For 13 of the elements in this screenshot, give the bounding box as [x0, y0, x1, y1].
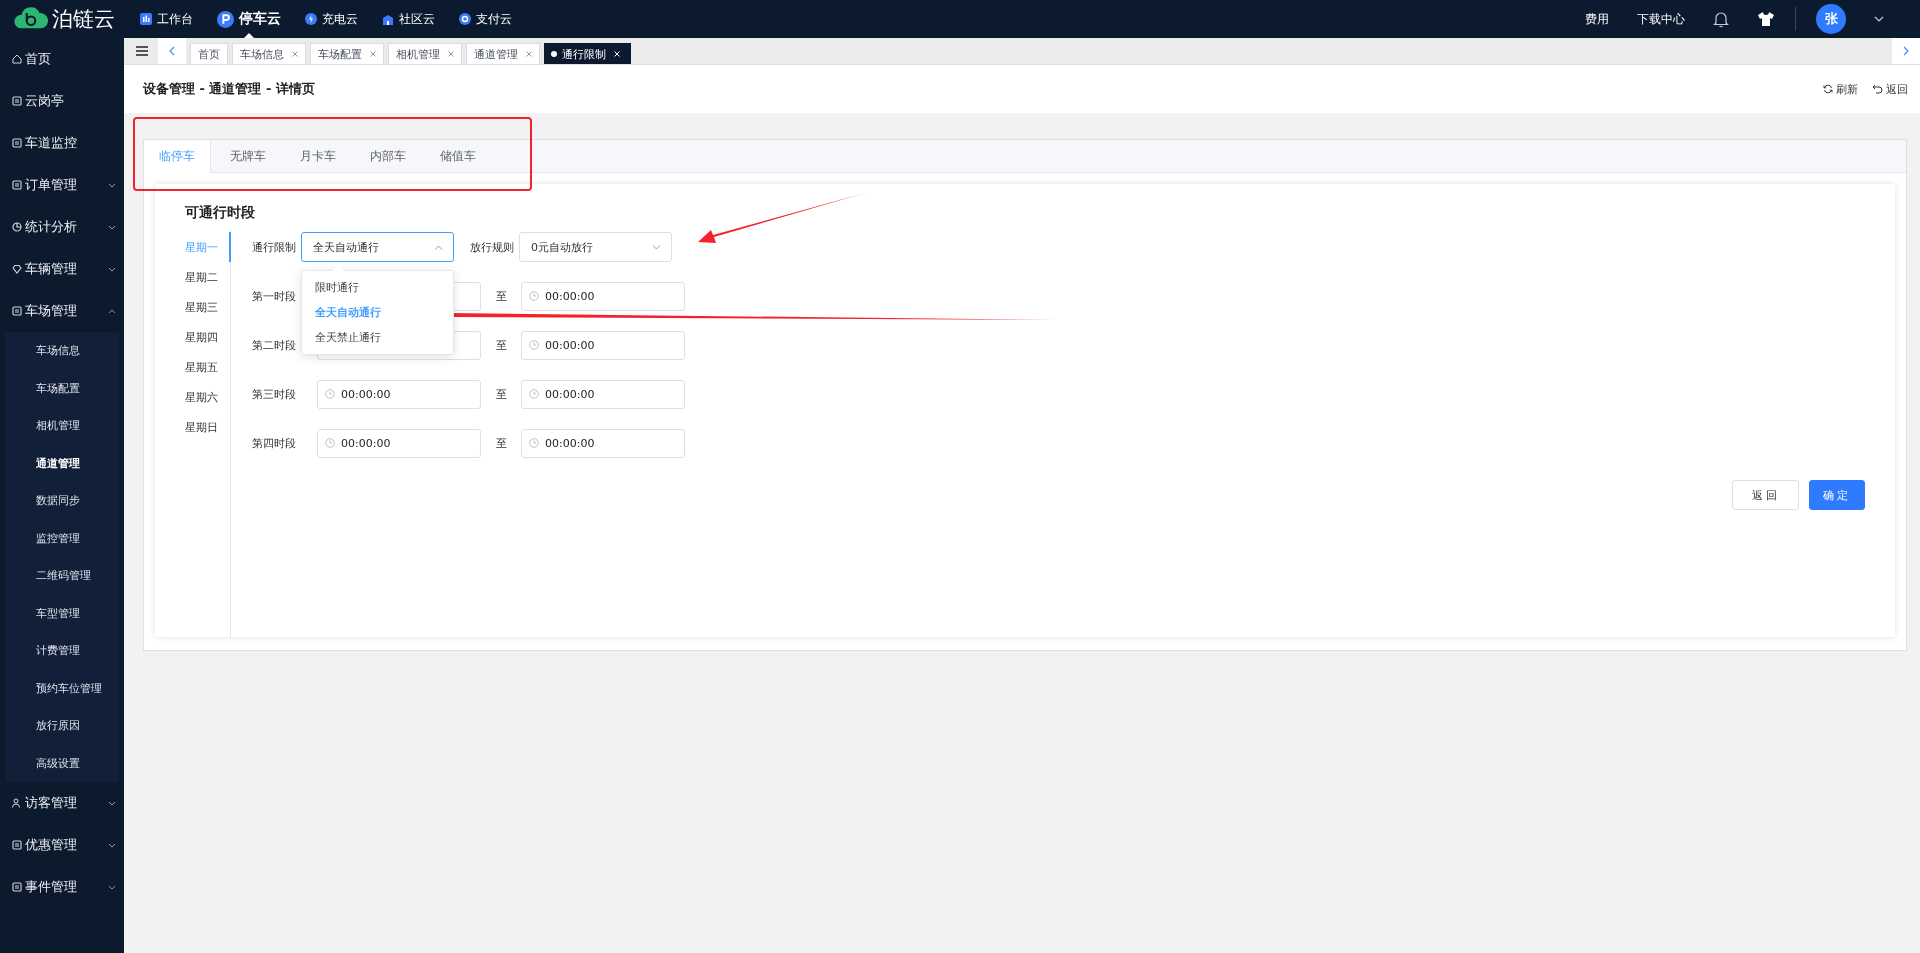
range-separator: 至 [494, 337, 508, 353]
field-label: 第一时段 [252, 288, 297, 304]
range-separator: 至 [494, 435, 508, 451]
page-title: 设备管理 - 通道管理 - 详情页 [143, 80, 315, 98]
field-label: 第二时段 [252, 337, 297, 353]
section-title: 可通行时段 [185, 204, 256, 222]
field-label: 放行规则 [470, 239, 515, 255]
field-label: 通行限制 [252, 239, 297, 255]
field-label: 第四时段 [252, 435, 297, 451]
brand-name: 泊链云 [52, 6, 115, 33]
field-label: 第三时段 [252, 386, 297, 402]
range-separator: 至 [494, 386, 508, 402]
range-separator: 至 [494, 288, 508, 304]
